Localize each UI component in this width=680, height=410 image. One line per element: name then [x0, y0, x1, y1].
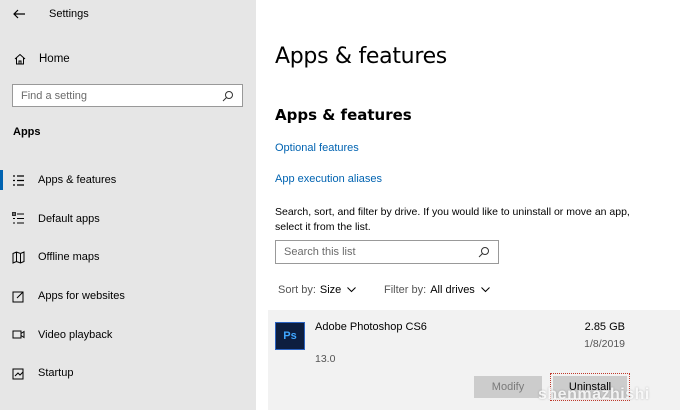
back-button[interactable] — [0, 0, 38, 28]
sidebar-item-label: Apps for websites — [38, 290, 125, 303]
home-label: Home — [39, 53, 70, 65]
app-version: 13.0 — [315, 353, 336, 365]
main-content: Apps & features Apps & features Optional… — [256, 0, 680, 410]
app-name: Adobe Photoshop CS6 — [315, 321, 427, 333]
sidebar-nav: Apps & features Default apps Offline map… — [0, 161, 256, 393]
find-setting-input[interactable]: Find a setting — [12, 84, 243, 107]
app-size: 2.85 GB — [584, 321, 625, 333]
sidebar-item-offline-maps[interactable]: Offline maps — [0, 238, 256, 277]
default-apps-icon — [12, 212, 24, 224]
video-icon — [12, 330, 25, 339]
sidebar: Settings Home Find a setting Apps Apps &… — [0, 0, 256, 410]
apps-list-icon — [13, 175, 24, 186]
section-title: Apps & features — [275, 106, 412, 124]
back-arrow-icon — [13, 9, 25, 19]
app-execution-aliases-link[interactable]: App execution aliases — [275, 173, 382, 185]
sort-label: Sort by: — [278, 284, 316, 296]
sidebar-item-label: Startup — [38, 367, 74, 380]
title-bar: Settings — [0, 0, 256, 28]
section-label: Apps — [13, 126, 41, 138]
app-install-date: 1/8/2019 — [584, 338, 625, 350]
chevron-down-icon — [347, 287, 357, 293]
filter-label: Filter by: — [384, 284, 427, 296]
map-icon — [12, 251, 25, 264]
sidebar-item-label: Offline maps — [38, 251, 100, 264]
sidebar-item-apps-for-websites[interactable]: Apps for websites — [0, 277, 256, 316]
search-list-placeholder: Search this list — [284, 246, 356, 258]
search-icon[interactable] — [478, 246, 490, 258]
watermark-text: shenmazhishi — [538, 386, 650, 403]
page-title: Apps & features — [275, 44, 447, 69]
chevron-down-icon — [480, 287, 490, 293]
filter-value: All drives — [430, 284, 475, 296]
sidebar-item-default-apps[interactable]: Default apps — [0, 200, 256, 239]
open-link-icon — [12, 291, 24, 303]
description-text: Search, sort, and filter by drive. If yo… — [275, 206, 630, 233]
sidebar-item-label: Default apps — [38, 212, 100, 225]
sidebar-item-label: Video playback — [38, 328, 113, 341]
sidebar-home[interactable]: Home — [0, 48, 256, 70]
sidebar-item-video-playback[interactable]: Video playback — [0, 315, 256, 354]
sort-dropdown[interactable]: Sort by: Size — [278, 284, 357, 296]
sidebar-item-startup[interactable]: Startup — [0, 354, 256, 393]
find-setting-placeholder: Find a setting — [21, 89, 88, 102]
search-list-input[interactable]: Search this list — [275, 240, 499, 264]
startup-icon — [12, 368, 24, 380]
home-icon — [14, 53, 26, 65]
app-icon-text: Ps — [283, 330, 297, 342]
filter-dropdown[interactable]: Filter by: All drives — [384, 284, 490, 296]
modify-button[interactable]: Modify — [474, 376, 542, 398]
search-icon[interactable] — [222, 90, 234, 102]
sort-value: Size — [319, 284, 342, 296]
window-title: Settings — [49, 8, 89, 20]
sidebar-item-label: Apps & features — [38, 174, 117, 187]
photoshop-app-icon: Ps — [275, 322, 305, 350]
sidebar-item-apps-features[interactable]: Apps & features — [0, 161, 256, 200]
optional-features-link[interactable]: Optional features — [275, 142, 359, 154]
